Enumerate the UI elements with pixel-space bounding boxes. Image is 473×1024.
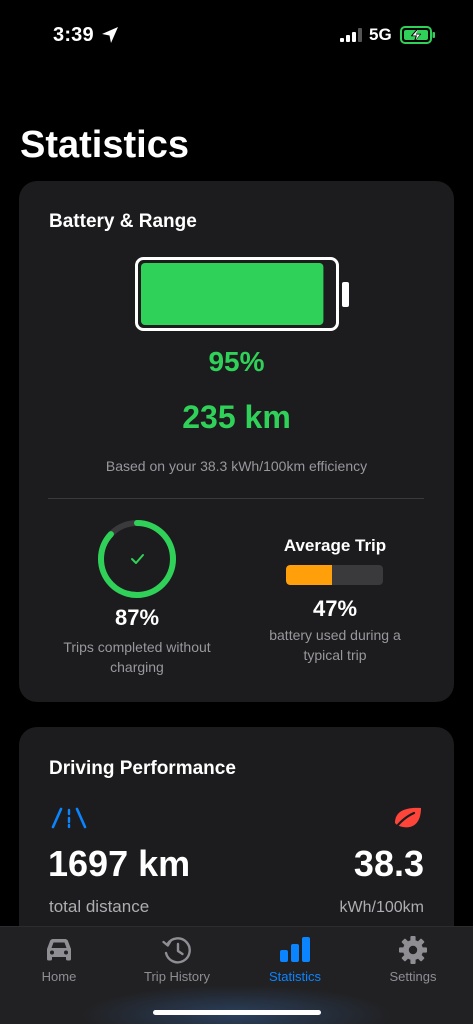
tab-statistics-label: Statistics	[268, 969, 321, 984]
status-time: 3:39	[53, 24, 94, 46]
average-trip-percent: 47%	[312, 596, 358, 621]
average-trip-bar	[286, 565, 383, 585]
location-arrow-icon	[102, 27, 118, 43]
tab-settings-label: Settings	[389, 969, 437, 984]
bar-chart-icon	[280, 937, 310, 962]
car-icon	[47, 939, 71, 961]
page-title: Statistics	[20, 124, 189, 166]
total-distance-label: total distance	[49, 897, 150, 916]
average-trip-description: battery used during a typical trip	[269, 627, 401, 663]
battery-level-fill	[141, 263, 324, 325]
trips-progress-arc	[98, 520, 176, 598]
trips-progress-ring	[98, 520, 176, 598]
home-indicator[interactable]	[153, 1010, 321, 1015]
gear-icon	[399, 936, 427, 964]
total-distance-value: 1697 km	[48, 843, 191, 884]
tab-settings[interactable]: Settings	[354, 927, 472, 997]
battery-level-icon	[135, 257, 349, 331]
efficiency-value: 38.3	[353, 843, 424, 884]
battery-percent: 95%	[208, 346, 265, 377]
efficiency-note: Based on your 38.3 kWh/100km efficiency	[105, 458, 368, 474]
cellular-signal-icon	[340, 28, 362, 42]
leaf-icon	[392, 807, 421, 831]
tab-home-label: Home	[41, 969, 77, 984]
range-value: 235 km	[182, 399, 291, 435]
battery-range-card: Battery & Range 95% 235 km Based on your…	[19, 181, 454, 702]
efficiency-unit-label: kWh/100km	[339, 899, 424, 916]
status-bar: 3:39 5G	[0, 0, 473, 60]
divider	[48, 498, 424, 499]
history-icon	[162, 937, 191, 964]
trips-percent: 87%	[114, 605, 160, 630]
battery-card-title: Battery & Range	[49, 211, 197, 232]
battery-charging-icon	[400, 26, 435, 44]
checkmark-icon	[131, 554, 144, 564]
network-type: 5G	[369, 25, 392, 44]
tab-home[interactable]: Home	[0, 927, 118, 997]
trips-description: Trips completed without charging	[63, 639, 211, 675]
average-trip-bar-fill	[286, 565, 332, 585]
average-trip-title: Average Trip	[283, 536, 387, 555]
road-icon	[51, 807, 87, 829]
driving-card-title: Driving Performance	[49, 758, 236, 779]
tab-trip-history-label: Trip History	[144, 969, 210, 984]
